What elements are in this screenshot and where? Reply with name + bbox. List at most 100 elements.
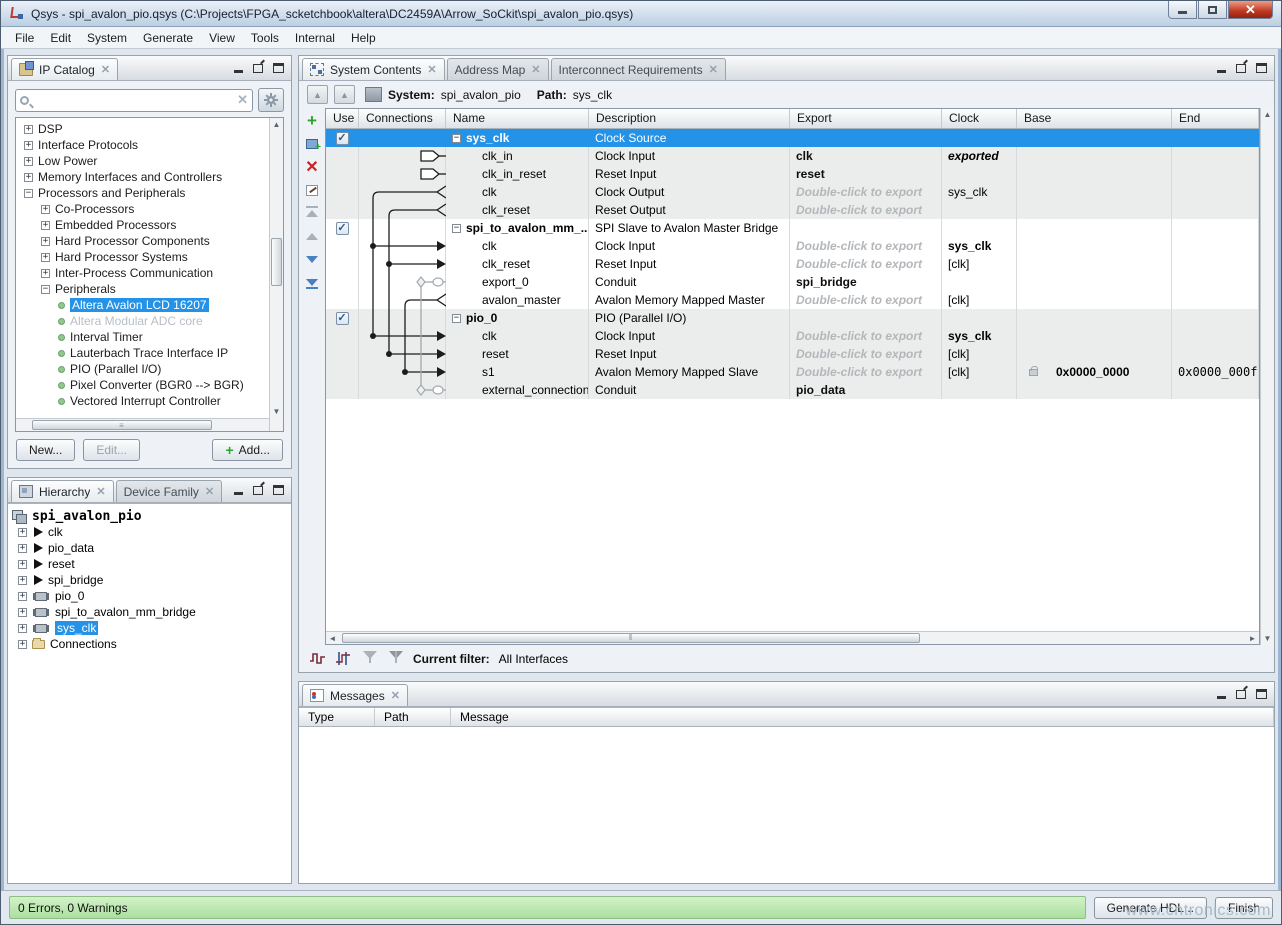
table-row-s1[interactable]: s1Avalon Memory Mapped SlaveDouble-click… — [326, 363, 1259, 381]
ip-tree-item[interactable]: +DSP — [16, 121, 269, 137]
maximize-button[interactable] — [1198, 1, 1227, 19]
base-cell[interactable] — [1017, 327, 1172, 345]
expand-icon[interactable]: + — [18, 576, 27, 585]
expand-icon[interactable]: + — [41, 237, 50, 246]
ip-settings-button[interactable] — [258, 88, 284, 112]
clock-cell[interactable] — [942, 165, 1017, 183]
panel-maximize-button[interactable] — [1255, 688, 1267, 699]
lock-icon[interactable] — [1029, 369, 1038, 376]
use-cell[interactable]: ✓ — [326, 219, 359, 237]
connections-cell[interactable] — [359, 255, 446, 273]
tab-address-map[interactable]: Address Map✕ — [447, 58, 549, 80]
menu-edit[interactable]: Edit — [42, 29, 79, 47]
base-cell[interactable]: 0x0000_0000 — [1017, 363, 1172, 381]
menu-internal[interactable]: Internal — [287, 29, 343, 47]
ip-search-box[interactable]: ✕ — [15, 89, 253, 112]
use-checkbox[interactable]: ✓ — [336, 222, 349, 235]
ip-tree-item[interactable]: −Processors and Peripherals — [16, 185, 269, 201]
use-cell[interactable] — [326, 363, 359, 381]
expand-icon[interactable]: + — [18, 624, 27, 633]
menu-file[interactable]: File — [7, 29, 42, 47]
connections-cell[interactable] — [359, 309, 446, 327]
close-button[interactable]: ✕ — [1228, 1, 1273, 19]
use-cell[interactable]: ✓ — [326, 129, 359, 147]
ip-search-input[interactable] — [33, 92, 233, 108]
scroll-left-icon[interactable]: ◄ — [326, 632, 339, 645]
expand-icon[interactable]: + — [18, 544, 27, 553]
ip-tree-item[interactable]: +Memory Interfaces and Controllers — [16, 169, 269, 185]
tab-device-family[interactable]: Device Family ✕ — [116, 480, 223, 502]
name-cell[interactable]: s1 — [446, 363, 589, 381]
clock-cell[interactable]: sys_clk — [942, 183, 1017, 201]
export-cell[interactable]: pio_data — [790, 381, 942, 399]
name-cell[interactable]: avalon_master — [446, 291, 589, 309]
export-cell[interactable]: Double-click to export — [790, 291, 942, 309]
hierarchy-item-clk[interactable]: +clk — [12, 524, 291, 540]
name-cell[interactable]: −sys_clk — [446, 129, 589, 147]
base-cell[interactable] — [1017, 165, 1172, 183]
use-cell[interactable] — [326, 327, 359, 345]
menu-view[interactable]: View — [201, 29, 243, 47]
hierarchy-item-pio_0[interactable]: +pio_0 — [12, 588, 291, 604]
move-row-up-button[interactable] — [304, 229, 320, 243]
name-cell[interactable]: −pio_0 — [446, 309, 589, 327]
clock-cell[interactable] — [942, 273, 1017, 291]
clock-cell[interactable] — [942, 219, 1017, 237]
expand-icon[interactable]: + — [18, 592, 27, 601]
panel-maximize-button[interactable] — [272, 62, 284, 73]
use-cell[interactable] — [326, 273, 359, 291]
export-cell[interactable] — [790, 129, 942, 147]
add-system-button[interactable] — [304, 137, 320, 151]
expand-icon[interactable]: + — [18, 560, 27, 569]
tab-close-icon[interactable]: ✕ — [205, 485, 214, 498]
table-row-pio_0[interactable]: ✓−pio_0PIO (Parallel I/O) — [326, 309, 1259, 327]
edit-component-button[interactable] — [304, 183, 320, 197]
expand-icon[interactable]: + — [41, 253, 50, 262]
base-cell[interactable] — [1017, 183, 1172, 201]
column-header-use[interactable]: Use — [326, 109, 359, 128]
base-cell[interactable] — [1017, 291, 1172, 309]
export-cell[interactable] — [790, 219, 942, 237]
table-row-clk[interactable]: clkClock OutputDouble-click to exportsys… — [326, 183, 1259, 201]
name-cell[interactable]: −spi_to_avalon_mm_... — [446, 219, 589, 237]
minimize-button[interactable] — [1168, 1, 1197, 19]
ip-tree-item[interactable]: +Inter-Process Communication — [16, 265, 269, 281]
ip-tree-item[interactable]: +Embedded Processors — [16, 217, 269, 233]
interface-toggle-icon[interactable] — [335, 651, 352, 666]
connections-cell[interactable] — [359, 165, 446, 183]
column-header-connections[interactable]: Connections — [359, 109, 446, 128]
table-row-reset[interactable]: resetReset InputDouble-click to export[c… — [326, 345, 1259, 363]
table-row-sys_clk[interactable]: ✓−sys_clkClock Source — [326, 129, 1259, 147]
table-row-clk[interactable]: clkClock InputDouble-click to exportsys_… — [326, 327, 1259, 345]
use-cell[interactable] — [326, 381, 359, 399]
export-cell[interactable]: Double-click to export — [790, 237, 942, 255]
expand-icon[interactable]: + — [18, 528, 27, 537]
connections-cell[interactable] — [359, 291, 446, 309]
clock-cell[interactable]: exported — [942, 147, 1017, 165]
scroll-right-icon[interactable]: ► — [1246, 632, 1259, 645]
expand-icon[interactable]: + — [18, 608, 27, 617]
export-cell[interactable]: Double-click to export — [790, 255, 942, 273]
base-cell[interactable] — [1017, 129, 1172, 147]
expand-icon[interactable]: + — [41, 221, 50, 230]
menu-generate[interactable]: Generate — [135, 29, 201, 47]
table-row-clk_reset[interactable]: clk_resetReset InputDouble-click to expo… — [326, 255, 1259, 273]
column-header-description[interactable]: Description — [589, 109, 790, 128]
move-row-down-button[interactable] — [304, 252, 320, 266]
clock-cell[interactable] — [942, 381, 1017, 399]
export-cell[interactable] — [790, 309, 942, 327]
panel-maximize-button[interactable] — [272, 484, 284, 495]
tab-close-icon[interactable]: ✕ — [101, 63, 110, 76]
tab-hierarchy[interactable]: Hierarchy ✕ — [11, 480, 114, 502]
move-to-bottom-button[interactable] — [304, 275, 320, 289]
name-cell[interactable]: clk_reset — [446, 255, 589, 273]
export-cell[interactable]: Double-click to export — [790, 183, 942, 201]
clock-cell[interactable]: [clk] — [942, 345, 1017, 363]
move-top-button[interactable]: ▲ — [307, 85, 328, 104]
collapse-icon[interactable]: − — [41, 285, 50, 294]
clock-cell[interactable] — [942, 201, 1017, 219]
base-cell[interactable] — [1017, 147, 1172, 165]
ip-tree-item[interactable]: +Co-Processors — [16, 201, 269, 217]
clock-cell[interactable]: [clk] — [942, 255, 1017, 273]
use-cell[interactable] — [326, 237, 359, 255]
